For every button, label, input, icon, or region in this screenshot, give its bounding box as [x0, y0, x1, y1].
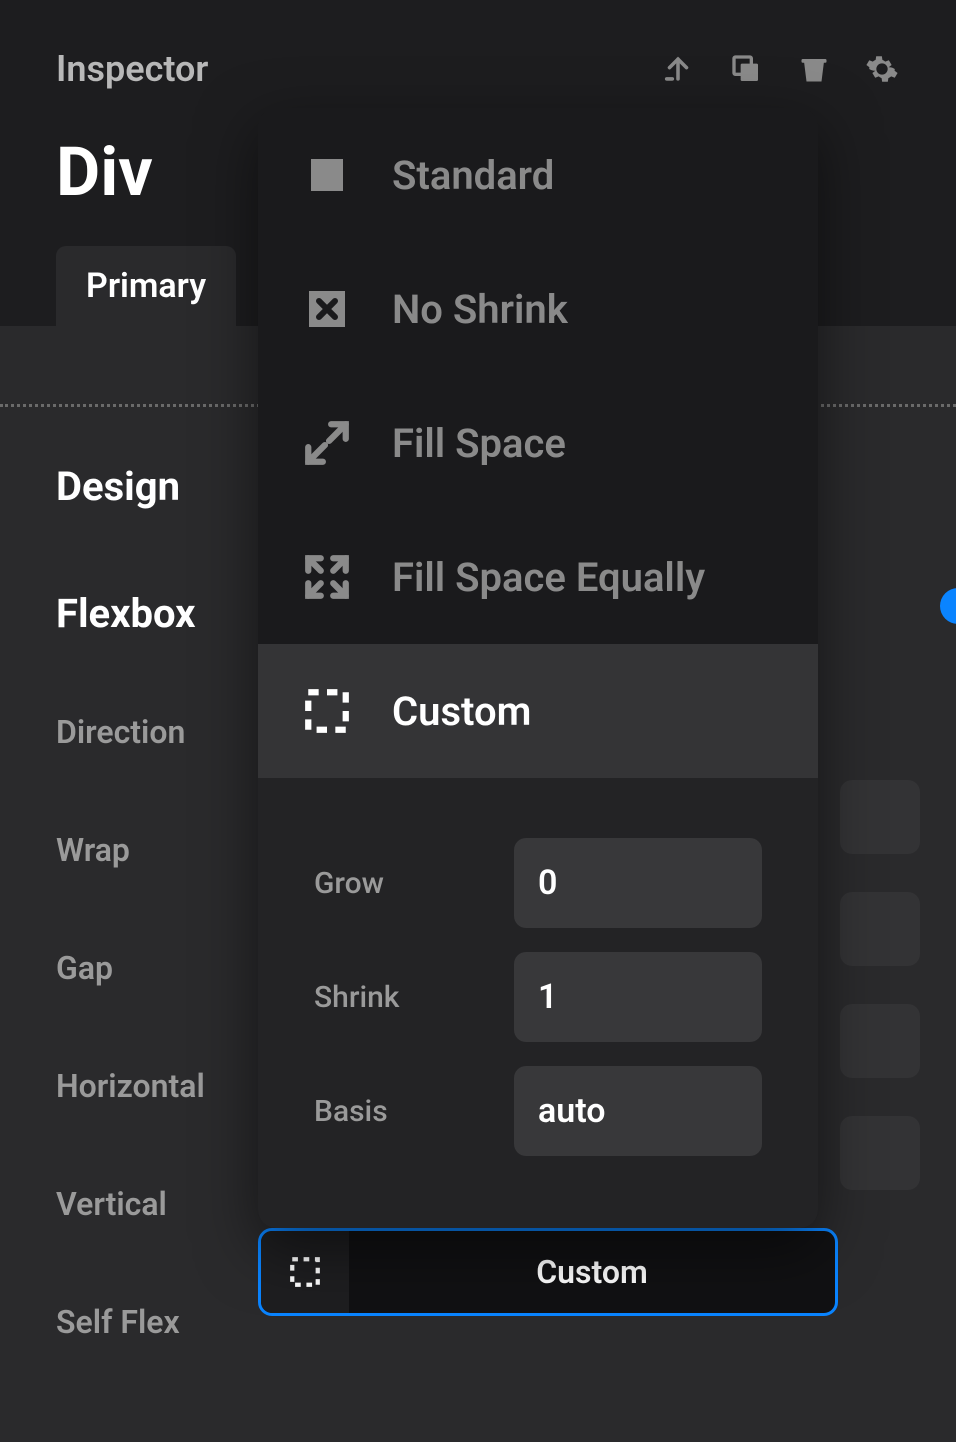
copy-icon[interactable] [728, 51, 764, 87]
inspector-title: Inspector [56, 48, 208, 90]
option-standard[interactable]: Standard [258, 108, 818, 242]
option-custom[interactable]: Custom [258, 644, 818, 778]
option-label: Standard [392, 152, 554, 199]
option-label: Fill Space Equally [392, 554, 705, 601]
grow-input[interactable] [514, 838, 762, 928]
selfflex-dropdown[interactable]: Custom [258, 1228, 838, 1316]
shrink-label: Shrink [314, 980, 399, 1015]
basis-input[interactable] [514, 1066, 762, 1156]
expand-all-icon [302, 552, 352, 602]
upload-icon[interactable] [660, 51, 696, 87]
basis-label: Basis [314, 1094, 388, 1129]
option-noshrink[interactable]: No Shrink [258, 242, 818, 376]
selfflex-popover: Standard No Shrink Fill Space Fill Space… [258, 108, 818, 1228]
control-stub [840, 1116, 920, 1190]
grow-label: Grow [314, 866, 384, 901]
gear-icon[interactable] [864, 51, 900, 87]
shrink-input[interactable] [514, 952, 762, 1042]
expand-diagonal-icon [302, 418, 352, 468]
option-label: Custom [392, 688, 531, 735]
option-fillspace-equally[interactable]: Fill Space Equally [258, 510, 818, 644]
option-fillspace[interactable]: Fill Space [258, 376, 818, 510]
selfflex-value: Custom [349, 1253, 835, 1291]
control-stub [840, 1004, 920, 1078]
trash-icon[interactable] [796, 51, 832, 87]
dashed-square-icon [302, 686, 352, 736]
custom-icon [261, 1231, 349, 1313]
square-x-icon [302, 284, 352, 334]
control-stub [840, 780, 920, 854]
option-label: No Shrink [392, 286, 568, 333]
option-label: Fill Space [392, 420, 566, 467]
control-stub [840, 892, 920, 966]
custom-flex-panel: Grow Shrink Basis [258, 778, 818, 1228]
square-icon [302, 150, 352, 200]
tab-primary[interactable]: Primary [56, 246, 236, 326]
